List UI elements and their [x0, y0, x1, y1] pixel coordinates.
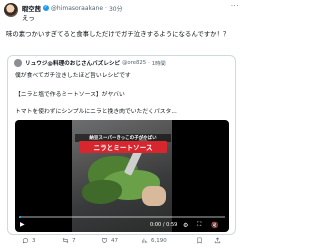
quote-line: 僕が食べてガチ泣きしたほど旨いレシピです [15, 73, 131, 79]
fullscreen-icon[interactable]: ⛶ [197, 221, 201, 229]
mute-icon[interactable]: 🔇 [211, 222, 218, 229]
quote-avatar[interactable] [14, 59, 22, 67]
reply-icon [22, 238, 29, 244]
video-caption-main: ニラとミートソース [79, 141, 167, 153]
timestamp[interactable]: 30分 [109, 4, 123, 13]
video-progress-fill [19, 216, 22, 218]
views-count: 6,190 [151, 237, 167, 244]
verified-icon: ✓ [42, 5, 49, 11]
author-name[interactable]: 暇空茜 [22, 4, 41, 13]
tweet[interactable]: 暇空茜 ✓ @himasoraakane · 30分 ··· えっ 味の素つかい… [0, 0, 243, 250]
action-bar: 3 7 47 6,190 [0, 237, 243, 249]
quote-author-name: リュウジ@料理のおじさんバズレシピ [25, 61, 121, 67]
bookmark-button[interactable] [196, 237, 203, 244]
chive-leaves [82, 180, 122, 204]
reply-text: えっ [22, 14, 35, 22]
like-count: 47 [111, 237, 118, 244]
hand [142, 186, 166, 206]
share-icon [214, 237, 221, 244]
reply-button[interactable]: 3 [22, 237, 36, 244]
author-handle[interactable]: @himasoraakane [51, 5, 103, 12]
quote-line: 【ニラと塩で作るミートソース】がヤバい [15, 92, 125, 98]
quote-tweet[interactable]: リュウジ@料理のおじさんバズレシピ @ore825 · 1時間 僕が食べてガチ泣… [7, 55, 236, 235]
more-icon[interactable]: ··· [231, 2, 239, 10]
video-player[interactable]: 納豆スーパーきっこの子がやばい ニラとミートソース ▶ 0:00 / 0:59 … [15, 120, 229, 232]
heart-icon [101, 238, 108, 244]
settings-icon[interactable]: ⚙ [183, 222, 188, 229]
separator: · [105, 4, 107, 12]
quote-timestamp: 1時間 [151, 61, 166, 67]
views-icon [142, 238, 148, 243]
tweet-header: 暇空茜 ✓ @himasoraakane · 30分 [22, 3, 123, 13]
share-button[interactable] [214, 237, 221, 244]
like-button[interactable]: 47 [101, 237, 118, 244]
reply-count: 3 [32, 237, 36, 244]
retweet-icon [62, 238, 69, 243]
video-progress-bar[interactable] [19, 216, 225, 218]
play-icon[interactable]: ▶ [20, 221, 25, 228]
retweet-button[interactable]: 7 [62, 237, 76, 244]
views-button[interactable]: 6,190 [141, 237, 167, 244]
retweet-count: 7 [72, 237, 76, 244]
quote-author-handle: @ore825 [122, 60, 147, 66]
avatar[interactable] [4, 3, 18, 17]
quote-separator: · [148, 60, 150, 66]
quote-line: トマトを使わずにシンプルにニラと挽き肉でいただくパスタ... [15, 109, 177, 115]
bookmark-icon [197, 237, 202, 244]
video-time: 0:00 / 0:59 [150, 222, 178, 228]
quote-header: リュウジ@料理のおじさんバズレシピ @ore825 · 1時間 [25, 59, 166, 67]
tweet-body: 味の素つかいすぎてると食事しただけでガチ泣きするようになるんですか！？ [6, 30, 230, 38]
